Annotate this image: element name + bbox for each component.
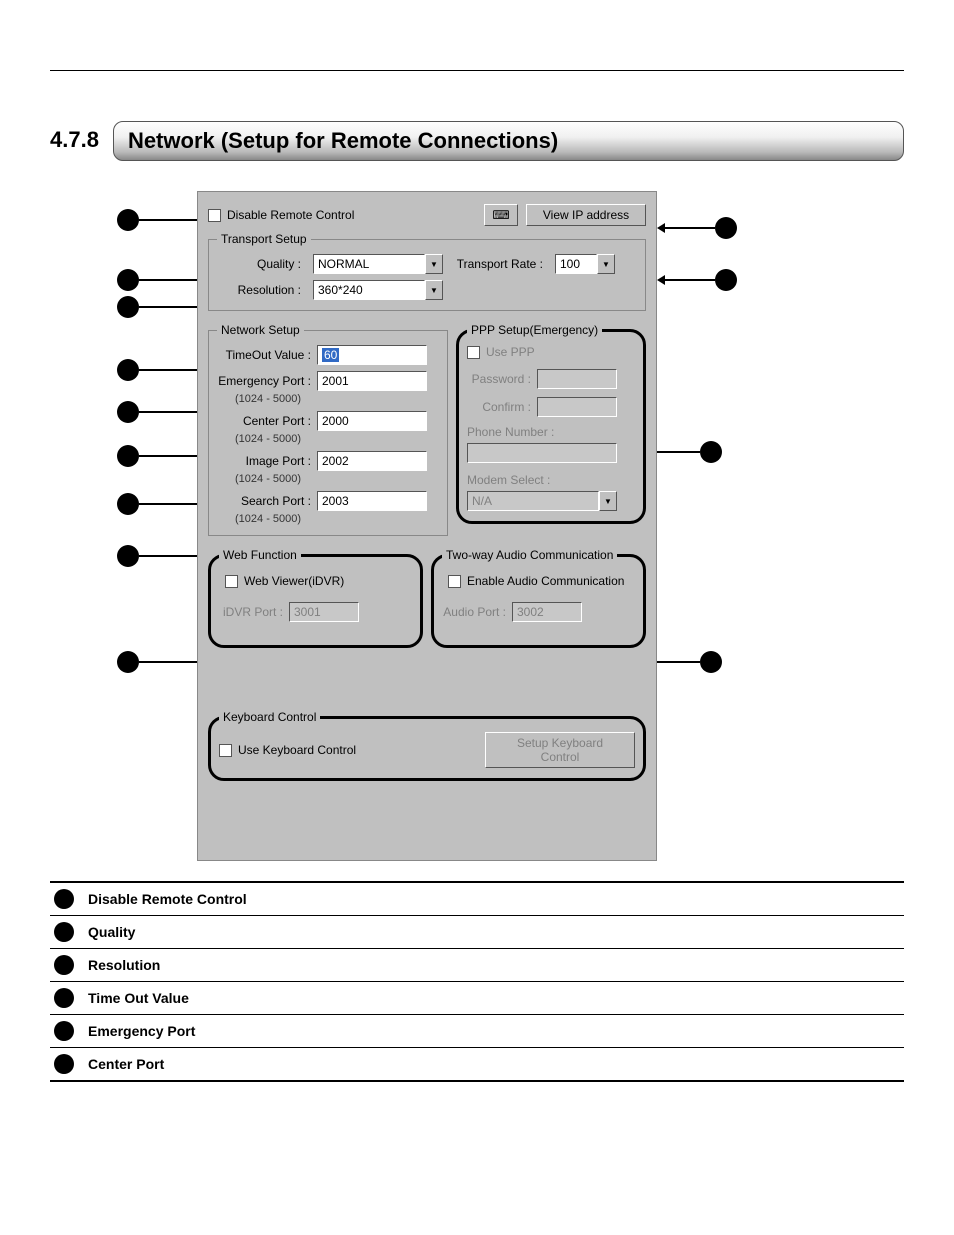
legend-item: Center Port <box>50 1048 904 1080</box>
audio-legend: Two-way Audio Communication <box>442 548 617 562</box>
rate-select[interactable]: 100 ▼ <box>555 254 615 274</box>
chevron-down-icon: ▼ <box>425 254 443 274</box>
network-legend: Network Setup <box>217 323 304 337</box>
callout-view-ip <box>657 217 737 239</box>
modem-value: N/A <box>467 491 599 511</box>
disable-remote-label: Disable Remote Control <box>227 208 354 222</box>
idvr-port-input: 3001 <box>289 602 359 622</box>
audio-port-label: Audio Port : <box>442 605 512 619</box>
web-function-group: Web Function Web Viewer(iDVR) iDVR Port … <box>208 548 423 648</box>
keyboard-icon[interactable]: ⌨ <box>484 204 518 226</box>
quality-select[interactable]: NORMAL ▼ <box>313 254 443 274</box>
section-title: Network (Setup for Remote Connections) <box>113 121 904 161</box>
section-number: 4.7.8 <box>50 121 113 161</box>
chevron-down-icon: ▼ <box>597 254 615 274</box>
center-label: Center Port : <box>217 414 317 428</box>
search-label: Search Port : <box>217 494 317 508</box>
section-header: 4.7.8 Network (Setup for Remote Connecti… <box>50 121 904 161</box>
legend-item: Quality <box>50 916 904 949</box>
quality-value: NORMAL <box>313 254 425 274</box>
web-viewer-label: Web Viewer(iDVR) <box>244 574 344 588</box>
web-viewer-checkbox[interactable]: Web Viewer(iDVR) <box>225 574 412 588</box>
phone-label: Phone Number : <box>467 425 635 439</box>
image-label: Image Port : <box>217 454 317 468</box>
legend-item: Emergency Port <box>50 1015 904 1048</box>
keyboard-control-group: Keyboard Control Use Keyboard Control Se… <box>208 710 646 781</box>
emergency-input[interactable]: 2001 <box>317 371 427 391</box>
resolution-value: 360*240 <box>313 280 425 300</box>
bullet-icon <box>54 922 74 942</box>
emergency-label: Emergency Port : <box>217 374 317 388</box>
chevron-down-icon: ▼ <box>599 491 617 511</box>
callout-disable-remote <box>117 209 207 231</box>
bullet-icon <box>54 889 74 909</box>
callout-audio <box>647 651 722 673</box>
checkbox-icon <box>448 575 461 588</box>
disable-remote-checkbox[interactable]: Disable Remote Control <box>208 208 476 222</box>
search-input[interactable]: 2003 <box>317 491 427 511</box>
phone-input <box>467 443 617 463</box>
network-dialog: Disable Remote Control ⌨ View IP address… <box>197 191 657 861</box>
image-range: (1024 - 5000) <box>235 473 439 485</box>
keyboard-legend: Keyboard Control <box>219 710 320 724</box>
bullet-icon <box>54 1054 74 1074</box>
password-label: Password : <box>467 372 537 386</box>
confirm-label: Confirm : <box>467 400 537 414</box>
modem-select: N/A ▼ <box>467 491 617 511</box>
callout-ppp <box>652 441 722 463</box>
image-input[interactable]: 2002 <box>317 451 427 471</box>
checkbox-icon <box>225 575 238 588</box>
transport-legend: Transport Setup <box>217 232 311 246</box>
timeout-input[interactable]: 60 <box>317 345 427 365</box>
modem-label: Modem Select : <box>467 473 635 487</box>
top-rule <box>50 70 904 71</box>
legend-list: Disable Remote Control Quality Resolutio… <box>50 881 904 1082</box>
legend-item: Disable Remote Control <box>50 883 904 916</box>
enable-audio-label: Enable Audio Communication <box>467 574 624 588</box>
annotated-diagram: Disable Remote Control ⌨ View IP address… <box>117 191 837 871</box>
bullet-icon <box>54 1021 74 1041</box>
setup-keyboard-button: Setup Keyboard Control <box>485 732 635 768</box>
idvr-port-label: iDVR Port : <box>219 605 289 619</box>
center-range: (1024 - 5000) <box>235 433 439 445</box>
rate-label: Transport Rate : <box>449 257 549 271</box>
resolution-label: Resolution : <box>217 283 307 297</box>
bullet-icon <box>54 988 74 1008</box>
use-keyboard-checkbox[interactable]: Use Keyboard Control <box>219 743 475 757</box>
web-legend: Web Function <box>219 548 301 562</box>
resolution-select[interactable]: 360*240 ▼ <box>313 280 443 300</box>
checkbox-icon <box>467 346 480 359</box>
confirm-input <box>537 397 617 417</box>
emergency-range: (1024 - 5000) <box>235 393 439 405</box>
use-keyboard-label: Use Keyboard Control <box>238 743 356 757</box>
network-setup-group: Network Setup TimeOut Value : 60 Emergen… <box>208 323 448 536</box>
checkbox-icon <box>219 744 232 757</box>
view-ip-button[interactable]: View IP address <box>526 204 646 226</box>
enable-audio-checkbox[interactable]: Enable Audio Communication <box>448 574 635 588</box>
checkbox-icon <box>208 209 221 222</box>
transport-setup-group: Transport Setup Quality : NORMAL ▼ Trans… <box>208 232 646 311</box>
use-ppp-checkbox[interactable]: Use PPP <box>467 345 635 359</box>
rate-value: 100 <box>555 254 597 274</box>
timeout-label: TimeOut Value : <box>217 348 317 362</box>
audio-port-input: 3002 <box>512 602 582 622</box>
ppp-legend: PPP Setup(Emergency) <box>467 323 602 337</box>
callout-transport-rate <box>657 269 737 291</box>
legend-item: Time Out Value <box>50 982 904 1015</box>
legend-item: Resolution <box>50 949 904 982</box>
use-ppp-label: Use PPP <box>486 345 541 359</box>
ppp-setup-group: PPP Setup(Emergency) Use PPP Password : … <box>456 323 646 524</box>
center-input[interactable]: 2000 <box>317 411 427 431</box>
chevron-down-icon: ▼ <box>425 280 443 300</box>
bullet-icon <box>54 955 74 975</box>
password-input <box>537 369 617 389</box>
search-range: (1024 - 5000) <box>235 513 439 525</box>
quality-label: Quality : <box>217 257 307 271</box>
audio-group: Two-way Audio Communication Enable Audio… <box>431 548 646 648</box>
